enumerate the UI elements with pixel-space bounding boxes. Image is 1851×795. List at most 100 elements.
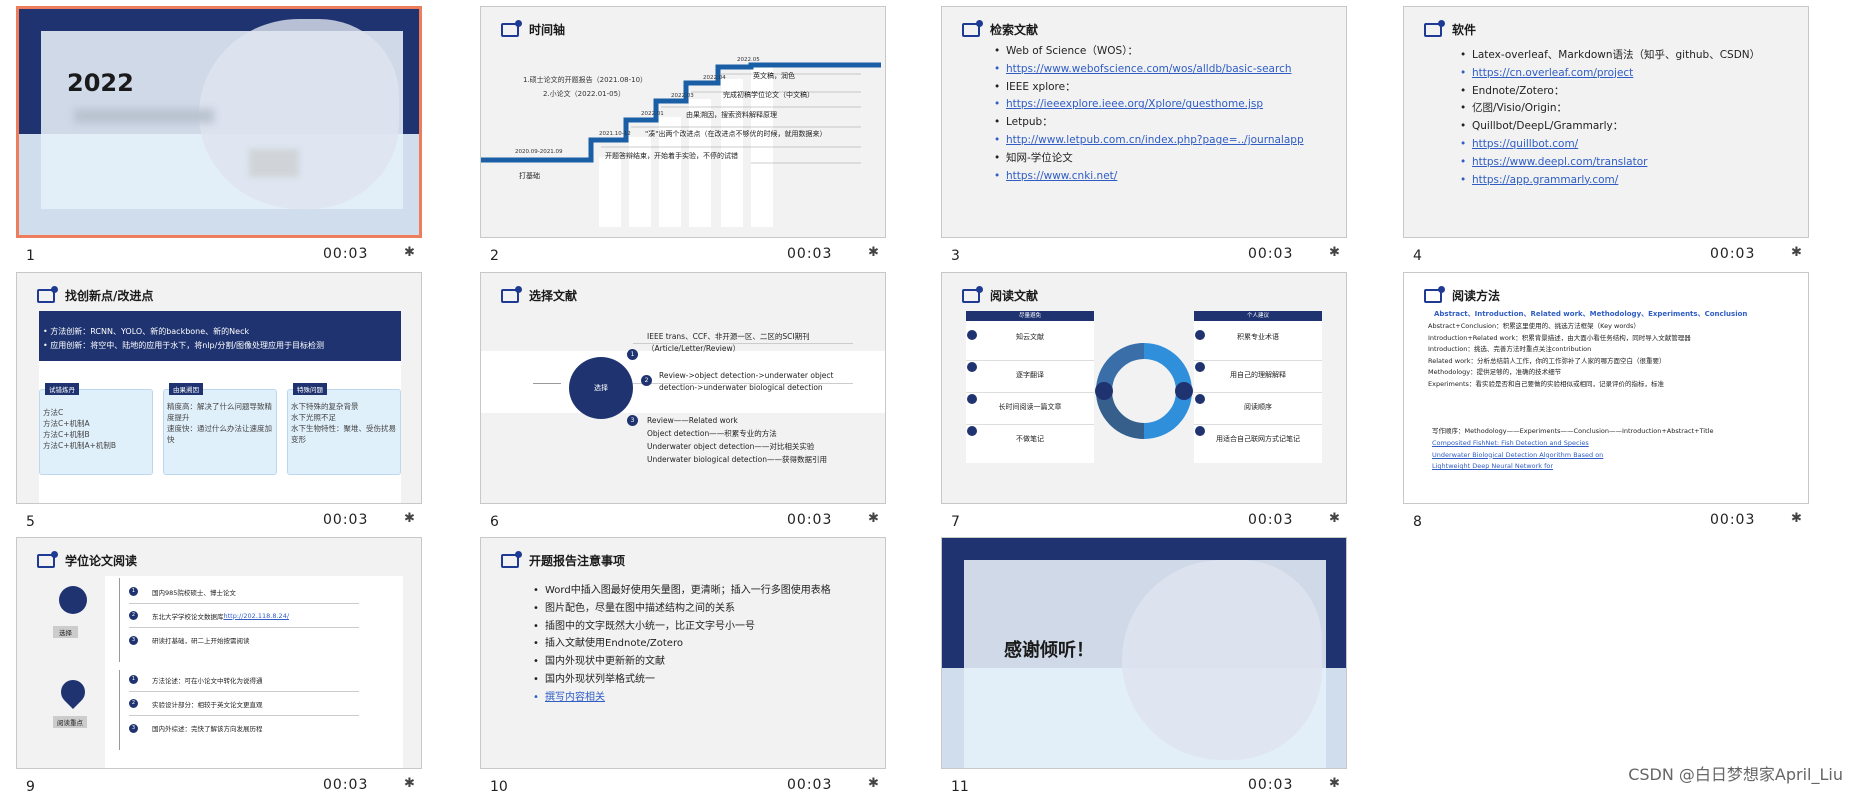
link-wos[interactable]: https://www.webofscience.com/wos/alldb/b… <box>994 61 1304 79</box>
slide-number: 3 <box>951 248 960 264</box>
slide-thumb-8[interactable]: 阅读方法 Abstract、Introduction、Related work、… <box>1403 272 1809 530</box>
animation-star-icon[interactable]: ✱ <box>1329 776 1340 791</box>
slide-preview[interactable]: 感谢倾听！ <box>941 537 1347 769</box>
link-quillbot[interactable]: https://quillbot.com/ <box>1460 136 1760 154</box>
item-badge: 2 <box>129 611 138 620</box>
select-badge: 选择 <box>53 626 78 638</box>
bullet-list: Word中插入图最好使用矢量图，更清晰；插入一行多图使用表格 图片配色，尽量在图… <box>533 582 831 707</box>
slide-thumb-4[interactable]: 软件 Latex-overleaf、Markdown语法（知乎、github、C… <box>1403 6 1809 264</box>
slide-thumb-6[interactable]: 选择文献 选择 1 IEEE trans、CCF、非开源一区、二区的SCI期刊（… <box>480 272 886 530</box>
list-item: Word中插入图最好使用矢量图，更清晰；插入一行多图使用表格 <box>533 582 831 600</box>
link-deepl[interactable]: https://www.deepl.com/translator <box>1460 154 1760 172</box>
link-ieee[interactable]: https://ieeexplore.ieee.org/Xplore/guest… <box>994 96 1304 114</box>
focus-list: 1 方法论述：可在小论文中转化为说得通 2 实验设计部分：相较于英文论文更直观 3 国… <box>129 668 359 740</box>
db-link[interactable]: http://202.118.8.24/ <box>224 612 290 620</box>
step-date: 2020.09-2021.09 <box>515 149 563 155</box>
lightbulb-icon <box>56 675 90 709</box>
item-text: 国内外综述：完快了解该方向发展历程 <box>152 725 263 733</box>
bullet-list: Latex-overleaf、Markdown语法（知乎、github、CSDN… <box>1460 47 1760 189</box>
slide-preview[interactable]: 软件 Latex-overleaf、Markdown语法（知乎、github、C… <box>1403 6 1809 238</box>
link-grammarly[interactable]: https://app.grammarly.com/ <box>1460 172 1760 190</box>
slide-thumb-5[interactable]: 找创新点/改进点 • 方法创新：RCNN、YOLO、新的backbone、新的N… <box>16 272 422 530</box>
card-tag: 试错炼丹 <box>45 383 79 395</box>
staircase-timeline <box>481 62 881 227</box>
item-text: 东北大学学校论文数据库 <box>152 612 224 621</box>
slide-preview[interactable]: 2022 <box>16 6 422 238</box>
animation-star-icon[interactable]: ✱ <box>1791 511 1802 526</box>
list-item: Endnote/Zotero： <box>1460 83 1760 101</box>
slide-number: 5 <box>26 514 35 530</box>
list-item: 插入文献使用Endnote/Zotero <box>533 635 831 653</box>
slide-thumb-1[interactable]: 2022 1 00:03 ✱ <box>16 6 422 264</box>
paper-links[interactable]: Composited FishNet: Fish Detection and S… <box>1432 438 1603 473</box>
item-badge: 3 <box>129 635 138 645</box>
slide-title: 软件 <box>1452 23 1477 37</box>
animation-star-icon[interactable]: ✱ <box>1791 245 1802 260</box>
slide-preview[interactable]: 阅读方法 Abstract、Introduction、Related work、… <box>1403 272 1809 504</box>
link-overleaf[interactable]: https://cn.overleaf.com/project <box>1460 65 1760 83</box>
paper-link[interactable]: Lightweight Deep Neural Network for <box>1432 461 1603 473</box>
step-badge: 3 <box>627 415 638 426</box>
animation-star-icon[interactable]: ✱ <box>868 776 879 791</box>
step-date: 2022.01 <box>641 111 664 117</box>
slide-duration: 00:03 <box>1710 512 1756 528</box>
list-item: 知网-学位论文 <box>994 150 1304 168</box>
animation-star-icon[interactable]: ✱ <box>404 776 415 791</box>
slide-thumb-9[interactable]: 学位论文阅读 选择 阅读重点 1 国内985院校硕士、博士论文 2 东北大学学校论文… <box>16 537 422 795</box>
animation-star-icon[interactable]: ✱ <box>868 245 879 260</box>
slide-preview[interactable]: 检索文献 Web of Science（WOS）： https://www.we… <box>941 6 1347 238</box>
card-line: 水下特殊的复杂背景 <box>291 402 359 411</box>
slide-number: 6 <box>490 514 499 530</box>
list-item: Web of Science（WOS）： <box>994 43 1304 61</box>
animation-star-icon[interactable]: ✱ <box>404 245 415 260</box>
content-link[interactable]: 撰写内容相关 <box>533 689 831 707</box>
step-text: Review——Related work Object detection——积… <box>647 414 827 466</box>
slide-preview[interactable]: 阅读文献 尽量避免 个人建议 知云文献 逐字翻译 长时间阅读一篇文章 不做笔记 … <box>941 272 1347 504</box>
select-circle: 选择 <box>569 357 633 419</box>
slide-preview[interactable]: 学位论文阅读 选择 阅读重点 1 国内985院校硕士、博士论文 2 东北大学学校论文… <box>16 537 422 769</box>
card-text: 精度高：解决了什么问题导致精度提升 速度快：通过什么办法让速度加快 <box>167 401 273 445</box>
book-icon <box>37 550 58 568</box>
card-tag: 由果溯因 <box>169 383 203 395</box>
step-text: 英文稿，润色 <box>753 72 795 80</box>
item-text: 方法论述：可在小论文中转化为说得通 <box>152 676 263 685</box>
watermark: CSDN @白日梦想家April_Liu <box>1628 765 1843 784</box>
list-item: 国内外现状列举格式统一 <box>533 671 831 689</box>
slide-preview[interactable]: 选择文献 选择 1 IEEE trans、CCF、非开源一区、二区的SCI期刊（… <box>480 272 886 504</box>
slide-duration: 00:03 <box>787 512 833 528</box>
banner-line: • 方法创新：RCNN、YOLO、新的backbone、新的Neck <box>43 327 250 336</box>
link-cnki[interactable]: https://www.cnki.net/ <box>994 168 1304 186</box>
slide-preview[interactable]: 开题报告注意事项 Word中插入图最好使用矢量图，更清晰；插入一行多图使用表格 … <box>480 537 886 769</box>
link-letpub[interactable]: http://www.letpub.com.cn/index.php?page=… <box>994 132 1304 150</box>
step-line: Object detection——积累专业的方法 <box>647 429 777 438</box>
paper-link[interactable]: Composited FishNet: Fish Detection and S… <box>1432 438 1603 450</box>
slide-number: 1 <box>26 248 35 264</box>
list-item: 亿图/Visio/Origin： <box>1460 100 1760 118</box>
card-text: 水下特殊的复杂背景 水下光照不足 水下生物特性：聚堆、受伤扰易变形 <box>291 401 397 445</box>
slide-preview[interactable]: 时间轴 1.硕士论文的开题报告（2021.08-10） 2.小论文（2022.0… <box>480 6 886 238</box>
step-text: 由果溯因，搜索资料解释原理 <box>686 111 777 119</box>
card-tag: 特殊问题 <box>293 383 327 395</box>
slide-thumb-11[interactable]: 感谢倾听！ 11 00:03 ✱ <box>941 537 1347 795</box>
animation-star-icon[interactable]: ✱ <box>1329 511 1340 526</box>
slide-thumb-2[interactable]: 时间轴 1.硕士论文的开题报告（2021.08-10） 2.小论文（2022.0… <box>480 6 886 264</box>
slide-duration: 00:03 <box>1710 246 1756 262</box>
list-item: Introduction+Related work：积累背景描述，由大面小看任务… <box>1428 333 1691 342</box>
slide-duration: 00:03 <box>1248 512 1294 528</box>
animation-star-icon[interactable]: ✱ <box>404 511 415 526</box>
item-badge: 1 <box>129 675 138 684</box>
list-item: Abstract+Conclusion：积累这里使用的、挑选方法框架（Key w… <box>1428 322 1640 330</box>
animation-star-icon[interactable]: ✱ <box>868 511 879 526</box>
list-item: Experiments：看实验是否和自己要做的实验相似或相同，记录评价的指标，标… <box>1428 379 1664 388</box>
slide-thumb-3[interactable]: 检索文献 Web of Science（WOS）： https://www.we… <box>941 6 1347 264</box>
slide-duration: 00:03 <box>323 246 369 262</box>
step-badge: 2 <box>641 375 652 386</box>
paper-link[interactable]: Underwater Biological Detection Algorith… <box>1432 450 1603 462</box>
book-icon <box>501 285 522 303</box>
card-line: 方法C+机制A <box>43 419 90 428</box>
slide-preview[interactable]: 找创新点/改进点 • 方法创新：RCNN、YOLO、新的backbone、新的N… <box>16 272 422 504</box>
slide-thumb-10[interactable]: 开题报告注意事项 Word中插入图最好使用矢量图，更清晰；插入一行多图使用表格 … <box>480 537 886 795</box>
focus-badge: 阅读重点 <box>53 716 87 728</box>
animation-star-icon[interactable]: ✱ <box>1329 245 1340 260</box>
slide-thumb-7[interactable]: 阅读文献 尽量避免 个人建议 知云文献 逐字翻译 长时间阅读一篇文章 不做笔记 … <box>941 272 1347 530</box>
